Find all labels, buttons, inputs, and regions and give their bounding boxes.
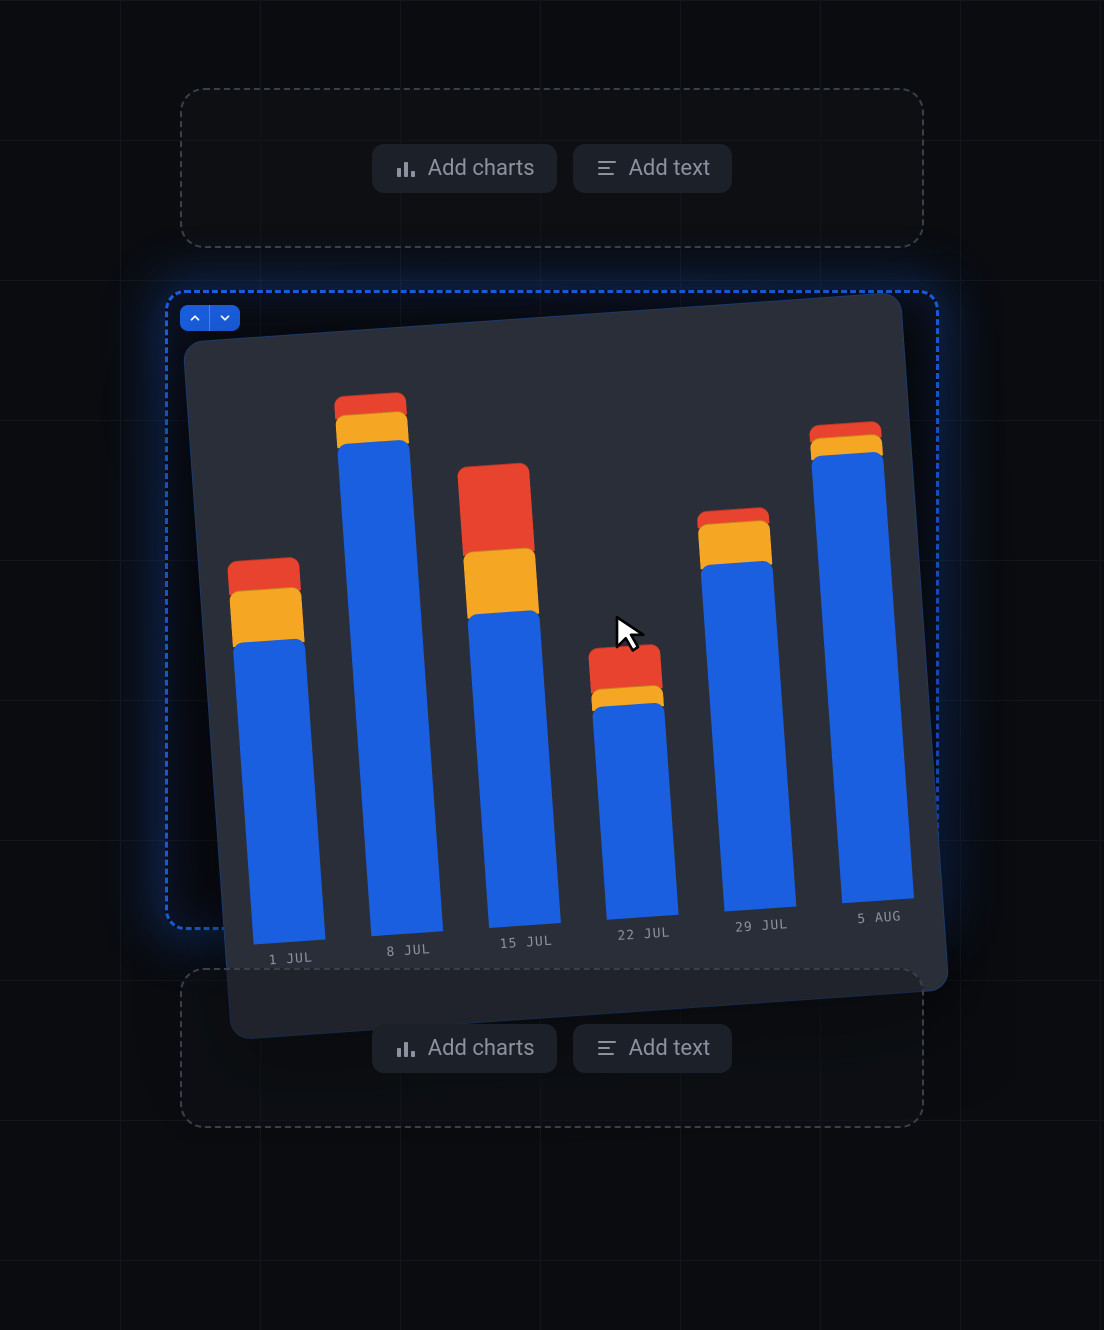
bar-category-label: 15 JUL — [499, 934, 553, 953]
bar-segment-blue — [700, 560, 796, 911]
bar-segment-red — [457, 462, 535, 556]
bar-category-label: 5 AUG — [857, 909, 902, 927]
bar-column: 1 JUL — [227, 560, 327, 969]
bar-column: 29 JUL — [697, 511, 798, 937]
bar-segment-blue — [811, 451, 914, 903]
bar-stack — [809, 424, 914, 903]
bar-stack — [457, 466, 561, 928]
move-up-button[interactable] — [180, 305, 210, 331]
bar-segment-orange — [229, 586, 305, 647]
bar-stack — [334, 396, 443, 936]
bar-segment-blue — [467, 610, 561, 928]
dropzone-bottom[interactable]: Add charts Add text — [180, 968, 924, 1128]
bar-column: 22 JUL — [588, 647, 680, 944]
bar-stack — [588, 647, 679, 919]
bar-segment-orange — [463, 547, 540, 619]
add-text-button[interactable]: Add text — [573, 1024, 733, 1073]
chart-card-dragging[interactable]: 1 JUL 8 JUL 15 JUL 22 JUL 29 JUL 5 AUG — [182, 292, 949, 1041]
bar-category-label: 8 JUL — [386, 942, 431, 960]
bar-column: 15 JUL — [457, 466, 563, 953]
add-charts-button[interactable]: Add charts — [372, 144, 557, 193]
bar-category-label: 1 JUL — [268, 950, 313, 968]
add-text-button[interactable]: Add text — [573, 144, 733, 193]
add-charts-label: Add charts — [428, 1036, 535, 1061]
bar-segment-blue — [233, 638, 326, 945]
reorder-control — [180, 305, 240, 331]
move-down-button[interactable] — [210, 305, 240, 331]
add-text-label: Add text — [629, 1036, 711, 1061]
bar-column: 5 AUG — [809, 424, 916, 928]
bar-chart-icon — [394, 156, 418, 180]
add-text-label: Add text — [629, 156, 711, 181]
bar-stack — [697, 511, 797, 912]
dropzone-top[interactable]: Add charts Add text — [180, 88, 924, 248]
bar-column: 8 JUL — [334, 396, 445, 961]
add-charts-label: Add charts — [428, 156, 535, 181]
bar-stack — [227, 560, 325, 944]
bar-segment-blue — [337, 440, 443, 937]
bar-segment-blue — [592, 702, 679, 919]
bar-chart-icon — [394, 1036, 418, 1060]
text-lines-icon — [595, 1036, 619, 1060]
bar-chart: 1 JUL 8 JUL 15 JUL 22 JUL 29 JUL 5 AUG — [214, 335, 916, 970]
bar-category-label: 22 JUL — [617, 925, 671, 944]
text-lines-icon — [595, 156, 619, 180]
add-charts-button[interactable]: Add charts — [372, 1024, 557, 1073]
bar-category-label: 29 JUL — [735, 917, 789, 936]
